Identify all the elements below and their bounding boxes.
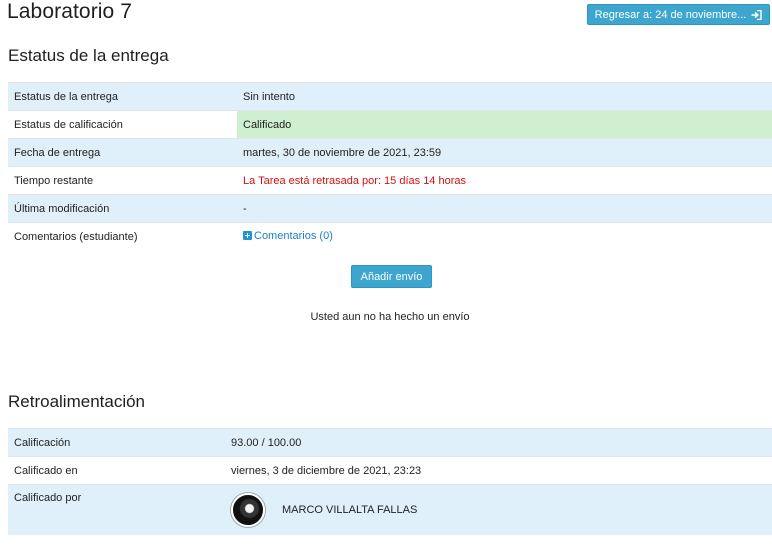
row-value: - [237,194,772,223]
table-row: Comentarios (estudiante) Comentarios (0) [8,222,772,250]
row-label: Estatus de la entrega [8,82,237,111]
table-row: Estatus de calificación Calificado [8,110,772,139]
table-row: Fecha de entrega martes, 30 de noviembre… [8,138,772,167]
row-label: Calificado en [8,456,225,485]
grade-value: 93.00 / 100.00 [225,428,772,457]
graded-on-value: viernes, 3 de diciembre de 2021, 23:23 [225,456,772,485]
back-button[interactable]: Regresar a: 24 de noviembre... [587,4,770,25]
section-title-feedback: Retroalimentación [8,392,146,411]
grader-name: MARCO VILLALTA FALLAS [282,504,418,516]
avatar[interactable] [231,493,265,527]
table-row: Tiempo restante La Tarea está retrasada … [8,166,772,195]
row-label: Calificado por [8,484,225,535]
add-submission-button[interactable]: Añadir envío [351,265,432,288]
back-button-label: Regresar a: 24 de noviembre... [594,8,747,21]
submission-status-table: Estatus de la entrega Sin intento Estatu… [8,82,772,250]
grader-info: MARCO VILLALTA FALLAS [231,493,772,527]
grader-cell: MARCO VILLALTA FALLAS [225,484,772,535]
time-remaining-late-value: La Tarea está retrasada por: 15 días 14 … [237,166,772,195]
row-value: martes, 30 de noviembre de 2021, 23:59 [237,138,772,167]
comments-cell: Comentarios (0) [237,222,772,250]
feedback-table: Calificación 93.00 / 100.00 Calificado e… [8,428,772,535]
table-row: Estatus de la entrega Sin intento [8,82,772,111]
grading-status-value: Calificado [237,110,772,139]
table-row: Calificado por MARCO VILLALTA FALLAS [8,484,772,535]
no-submission-message: Usted aun no ha hecho un envío [310,311,470,323]
row-label: Comentarios (estudiante) [8,222,237,250]
row-label: Fecha de entrega [8,138,237,167]
table-row: Calificación 93.00 / 100.00 [8,428,772,457]
row-label: Calificación [8,428,225,457]
table-row: Calificado en viernes, 3 de diciembre de… [8,456,772,485]
table-row: Última modificación - [8,194,772,223]
row-value: Sin intento [237,82,772,111]
comments-link[interactable]: Comentarios (0) [243,230,333,242]
row-label: Tiempo restante [8,166,237,195]
sign-in-icon [751,9,763,20]
row-label: Última modificación [8,194,237,223]
row-label: Estatus de calificación [8,110,237,139]
comments-link-label: Comentarios (0) [254,229,333,242]
plus-square-icon [243,231,252,241]
section-title-submission-status: Estatus de la entrega [8,46,169,65]
page-title: Laboratorio 7 [7,0,133,23]
